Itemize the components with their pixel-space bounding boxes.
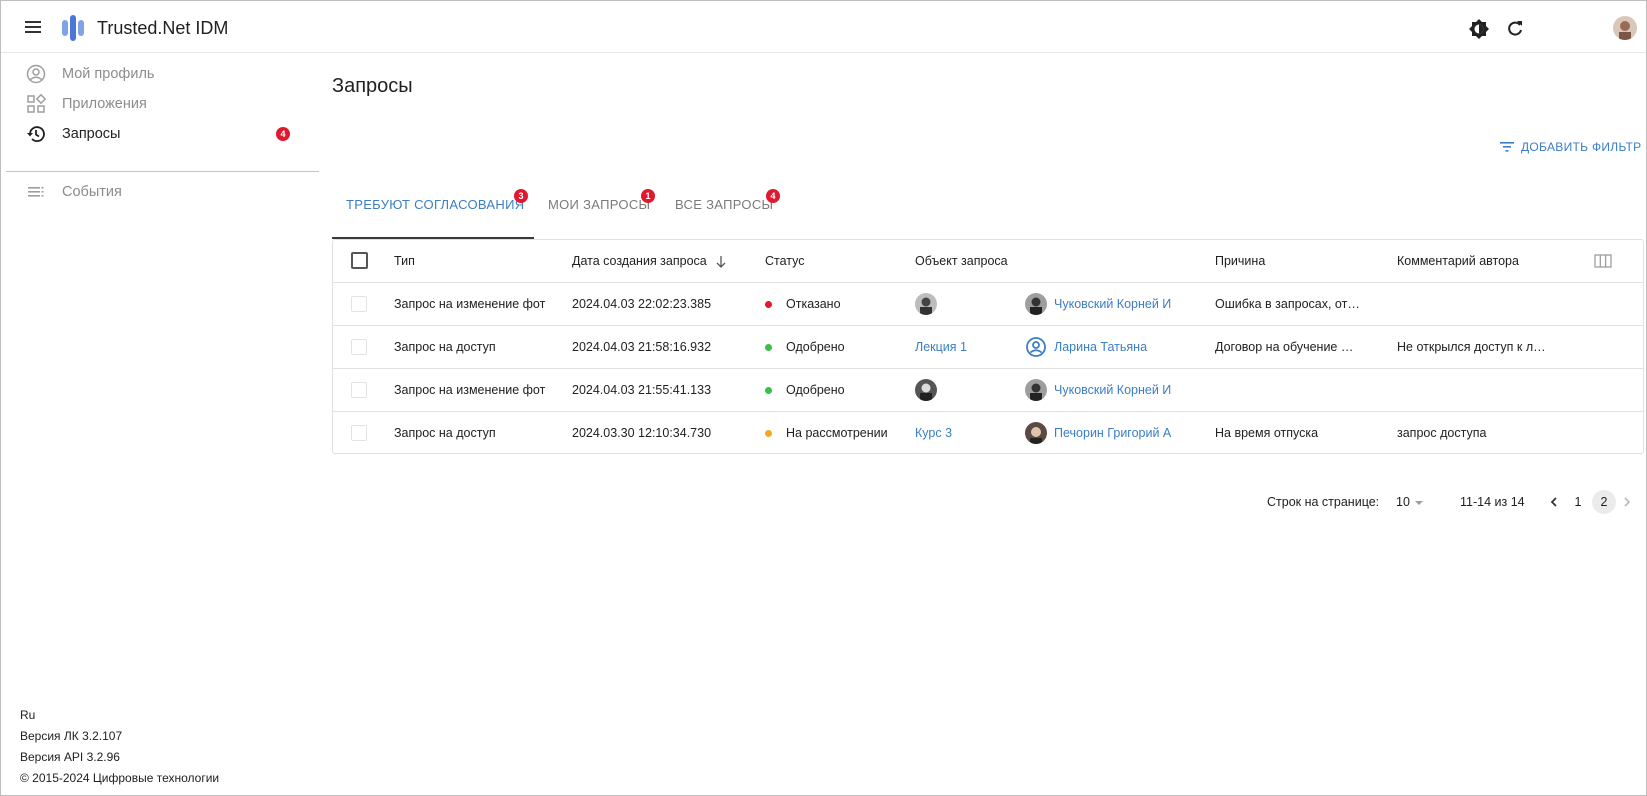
column-header-status[interactable]: Статус xyxy=(765,254,805,268)
cell-date: 2024.04.03 21:55:41.133 xyxy=(572,383,712,397)
account-circle-icon xyxy=(1026,337,1046,357)
cell-date: 2024.04.03 21:58:16.932 xyxy=(572,340,712,354)
row-checkbox[interactable] xyxy=(351,296,367,312)
table-row[interactable]: Запрос на доступ 2024.04.03 21:58:16.932… xyxy=(333,326,1643,369)
app-title: Trusted.Net IDM xyxy=(97,18,229,38)
columns-settings-icon[interactable] xyxy=(1594,253,1612,269)
row-checkbox[interactable] xyxy=(351,425,367,441)
filter-icon xyxy=(1500,142,1514,152)
row-checkbox[interactable] xyxy=(351,339,367,355)
sidebar-item-label: Приложения xyxy=(62,96,147,112)
cell-reason: На время отпуска xyxy=(1215,426,1319,440)
cell-type: Запрос на доступ xyxy=(394,426,496,440)
account-circle-icon xyxy=(26,64,46,84)
table-row[interactable]: Запрос на изменение фот 2024.04.03 21:55… xyxy=(333,369,1643,412)
tab-label: ТРЕБУЮТ СОГЛАСОВАНИЯ xyxy=(346,197,525,212)
cell-reason: Договор на обучение … xyxy=(1215,340,1354,354)
pagination-range: 11-14 из 14 xyxy=(1460,495,1525,509)
tab-badge: 3 xyxy=(514,189,528,203)
apps-icon xyxy=(27,94,46,113)
status-dot xyxy=(765,430,772,437)
tab-my-requests[interactable]: МОИ ЗАПРОСЫ xyxy=(548,197,650,212)
version-api: Версия API 3.2.96 xyxy=(20,750,120,764)
object-link[interactable]: Лекция 1 xyxy=(915,340,967,354)
tab-requires-approval[interactable]: ТРЕБУЮТ СОГЛАСОВАНИЯ xyxy=(346,197,524,212)
history-icon xyxy=(27,126,45,142)
requests-count-badge: 4 xyxy=(276,127,290,141)
rows-per-page-label: Строк на странице: xyxy=(1267,495,1380,509)
person-avatar xyxy=(1025,293,1047,315)
row-checkbox[interactable] xyxy=(351,382,367,398)
person-link[interactable]: Ларина Татьяна xyxy=(1054,340,1147,354)
copyright: © 2015-2024 Цифровые технологии xyxy=(20,771,220,785)
tab-all-requests[interactable]: ВСЕ ЗАПРОСЫ xyxy=(675,197,773,212)
cell-type: Запрос на изменение фот xyxy=(394,383,546,397)
sidebar-item-label: События xyxy=(62,184,122,200)
person-avatar xyxy=(1025,422,1047,444)
cell-date: 2024.04.03 22:02:23.385 xyxy=(572,297,712,311)
menu-icon[interactable] xyxy=(23,17,43,37)
tab-badge: 4 xyxy=(766,189,780,203)
person-link[interactable]: Чуковский Корней И xyxy=(1054,383,1171,397)
page-button-2[interactable]: 2 xyxy=(1592,490,1616,514)
rows-per-page-value: 10 xyxy=(1396,495,1410,509)
select-all-checkbox[interactable] xyxy=(351,252,368,269)
tab-badge: 1 xyxy=(641,189,655,203)
page-title: Запросы xyxy=(332,75,413,97)
page-button-1[interactable]: 1 xyxy=(1566,490,1590,514)
person-link[interactable]: Чуковский Корней И xyxy=(1054,297,1171,311)
chevron-down-icon xyxy=(1415,501,1423,505)
column-header-date[interactable]: Дата создания запроса xyxy=(572,254,707,268)
version-lk: Версия ЛК 3.2.107 xyxy=(20,729,123,743)
theme-toggle-icon[interactable] xyxy=(1468,18,1490,40)
table-row[interactable]: Запрос на изменение фот 2024.04.03 22:02… xyxy=(333,283,1643,326)
cell-comment: Не открылся доступ к л… xyxy=(1397,340,1546,354)
cell-status: Одобрено xyxy=(786,383,845,397)
sidebar-item-label: Запросы xyxy=(62,126,121,142)
tab-label: ВСЕ ЗАПРОСЫ xyxy=(675,197,774,212)
cell-status: На рассмотрении xyxy=(786,426,888,440)
user-avatar[interactable] xyxy=(1613,16,1637,40)
chevron-left-icon[interactable] xyxy=(1548,495,1560,509)
sidebar-item-apps[interactable]: Приложения xyxy=(1,89,318,119)
app-logo-icon xyxy=(62,15,84,41)
column-header-comment[interactable]: Комментарий автора xyxy=(1397,254,1519,268)
list-icon xyxy=(28,187,44,197)
language-selector[interactable]: Ru xyxy=(20,708,35,722)
person-link[interactable]: Печорин Григорий А xyxy=(1054,426,1171,440)
cell-type: Запрос на изменение фот xyxy=(394,297,546,311)
tab-label: МОИ ЗАПРОСЫ xyxy=(548,197,651,212)
status-dot xyxy=(765,387,772,394)
table-row[interactable]: Запрос на доступ 2024.03.30 12:10:34.730… xyxy=(333,412,1643,455)
add-filter-label: ДОБАВИТЬ ФИЛЬТР xyxy=(1521,140,1642,154)
sort-desc-icon[interactable] xyxy=(715,255,727,269)
sidebar: Мой профиль Приложения Запросы 4 События xyxy=(1,54,319,795)
status-dot xyxy=(765,301,772,308)
status-dot xyxy=(765,344,772,351)
person-avatar xyxy=(1025,379,1047,401)
sidebar-divider xyxy=(6,171,319,172)
sidebar-item-label: Мой профиль xyxy=(62,66,155,82)
column-header-type[interactable]: Тип xyxy=(394,254,415,268)
object-avatar xyxy=(915,293,937,315)
column-header-reason[interactable]: Причина xyxy=(1215,254,1265,268)
chevron-right-icon[interactable] xyxy=(1621,495,1633,509)
top-app-bar: Trusted.Net IDM xyxy=(1,1,1646,53)
sidebar-item-profile[interactable]: Мой профиль xyxy=(1,59,318,89)
requests-table: Тип Дата создания запроса Статус Объект … xyxy=(332,239,1644,454)
cell-status: Одобрено xyxy=(786,340,845,354)
object-link[interactable]: Курс 3 xyxy=(915,426,952,440)
sidebar-item-requests[interactable]: Запросы 4 xyxy=(1,119,318,149)
refresh-icon[interactable] xyxy=(1504,18,1526,40)
object-avatar xyxy=(915,379,937,401)
cell-date: 2024.03.30 12:10:34.730 xyxy=(572,426,712,440)
table-header-row: Тип Дата создания запроса Статус Объект … xyxy=(333,240,1643,283)
sidebar-item-events[interactable]: События xyxy=(1,177,318,207)
column-header-object[interactable]: Объект запроса xyxy=(915,254,1008,268)
cell-reason: Ошибка в запросах, от… xyxy=(1215,297,1360,311)
rows-per-page-select[interactable]: 10 xyxy=(1396,495,1423,509)
cell-status: Отказано xyxy=(786,297,841,311)
cell-type: Запрос на доступ xyxy=(394,340,496,354)
cell-comment: запрос доступа xyxy=(1397,426,1487,440)
